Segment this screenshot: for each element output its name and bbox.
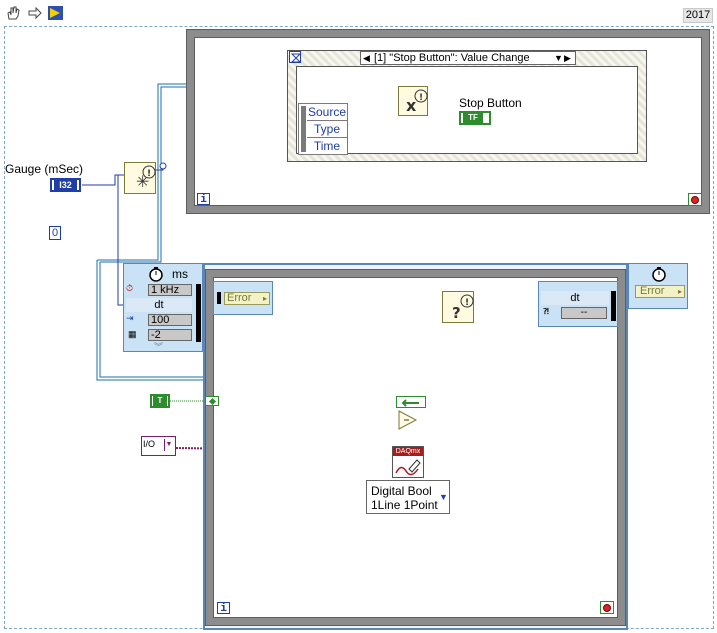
stopwatch-icon-right <box>652 267 666 282</box>
offset-row[interactable]: ⇥ 100 <box>126 313 192 327</box>
svg-text:!: ! <box>147 169 151 179</box>
offset-value[interactable]: 100 <box>148 314 192 326</box>
event-case-selector[interactable]: ◀ [1] "Stop Button": Value Change ▼ ▶ <box>360 51 576 65</box>
right-status-value[interactable]: -- <box>561 307 607 319</box>
left-error-arrow-icon: ▸ <box>262 294 267 303</box>
stop-button-type: TF <box>463 113 483 123</box>
stopwatch-icon <box>149 267 163 282</box>
event-data-source[interactable]: Source <box>307 104 347 121</box>
dt-row[interactable]: dt <box>126 298 192 312</box>
right-dt-field[interactable]: dt <box>541 291 609 305</box>
release-x-icon: x ! <box>406 89 428 115</box>
left-error-field[interactable]: Error ▸ <box>224 292 270 305</box>
daqmx-polymorphic-selector[interactable]: Digital Bool 1Line 1Point ▼ <box>366 480 450 514</box>
not-gate[interactable] <box>397 410 419 430</box>
offset-icon: ⇥ <box>126 313 134 323</box>
event-loop-stop-terminal[interactable] <box>688 193 702 206</box>
period-icon: ⏱ <box>126 283 134 293</box>
case-next-arrow[interactable]: ▶ <box>564 53 571 64</box>
gauge-type-label: I32 <box>54 180 77 190</box>
gauge-terminal[interactable]: I32 <box>50 178 81 192</box>
event-data-time[interactable]: Time <box>307 138 347 155</box>
daqmx-vi-label: DAQmx <box>393 447 423 456</box>
left-error-label: Error <box>227 292 252 304</box>
feedback-arrow-icon <box>401 399 419 407</box>
case-prev-arrow[interactable]: ◀ <box>363 53 370 64</box>
selector-dropdown-icon[interactable]: ▼ <box>439 492 448 502</box>
late-icon: ⁈ <box>543 307 549 316</box>
svg-text:!: ! <box>465 298 469 308</box>
daqmx-write-vi[interactable]: DAQmx <box>392 446 424 478</box>
left-node-bar <box>217 292 221 304</box>
wait-on-notification-subvi[interactable]: ? ! <box>442 291 474 323</box>
event-data-bar <box>301 106 306 152</box>
event-data-node[interactable]: Source Type Time <box>298 103 348 155</box>
right-node-bar <box>611 291 616 321</box>
stop-button-terminal[interactable]: TF <box>459 111 491 125</box>
gauge-value-indicator[interactable]: 0 <box>49 226 61 240</box>
event-data-type[interactable]: Type <box>307 121 347 138</box>
svg-text:!: ! <box>419 93 423 103</box>
feedback-node[interactable] <box>396 396 426 408</box>
selector-line-2: 1Line 1Point <box>371 498 438 512</box>
not-gate-icon <box>398 410 418 430</box>
timed-loop-input-node[interactable]: ms ⏱ 1 kHz dt ⇥ 100 ▦ -2 ︾ <box>123 263 203 352</box>
gauge-label: Gauge (mSec) <box>5 162 84 176</box>
io-dropdown-icon[interactable]: ▼ <box>164 439 173 451</box>
true-constant[interactable]: T <box>150 394 170 408</box>
question-icon: ? ! <box>452 294 474 322</box>
tunnel-bool <box>205 396 219 406</box>
timed-loop-left-data-node[interactable]: Error ▸ <box>213 281 273 315</box>
write-pencil-icon <box>395 459 421 476</box>
expand-chevron-icon[interactable]: ︾ <box>154 340 163 353</box>
case-dropdown-icon[interactable]: ▼ <box>554 53 563 63</box>
release-notifier-subvi[interactable]: x ! <box>398 86 428 116</box>
send-notification-subvi[interactable]: ✳ ! <box>124 162 156 194</box>
period-row[interactable]: ⏱ 1 kHz <box>126 283 192 296</box>
selector-line-1: Digital Bool <box>371 484 432 498</box>
io-constant[interactable]: I/O ▼ <box>141 436 176 456</box>
output-error-field[interactable]: Error ▸ <box>635 285 685 298</box>
input-node-bar <box>196 284 201 342</box>
io-constant-label: I/O <box>143 439 156 449</box>
gauge-value: 0 <box>51 227 59 239</box>
starburst-icon: ✳ ! <box>136 165 156 191</box>
processor-icon: ▦ <box>128 329 137 339</box>
event-timeout-icon[interactable] <box>289 51 302 63</box>
stop-button-label: Stop Button <box>459 96 522 110</box>
event-case-label: [1] "Stop Button": Value Change <box>374 52 530 64</box>
inner-loop-stop-terminal[interactable] <box>600 601 614 614</box>
period-value[interactable]: 1 kHz <box>148 284 192 296</box>
svg-text:?: ? <box>452 304 461 322</box>
output-error-arrow-icon: ▸ <box>677 287 682 296</box>
timing-units: ms <box>172 267 188 281</box>
inner-loop-iteration: i <box>217 602 230 614</box>
true-constant-value: T <box>153 396 167 406</box>
timed-loop-output-node[interactable]: Error ▸ <box>628 263 688 309</box>
output-error-label: Error <box>640 285 665 297</box>
right-status-row[interactable]: ⁈ -- <box>541 307 609 320</box>
timed-loop-right-data-node[interactable]: dt ⁈ -- <box>538 281 618 327</box>
event-loop-iteration: i <box>197 193 210 205</box>
